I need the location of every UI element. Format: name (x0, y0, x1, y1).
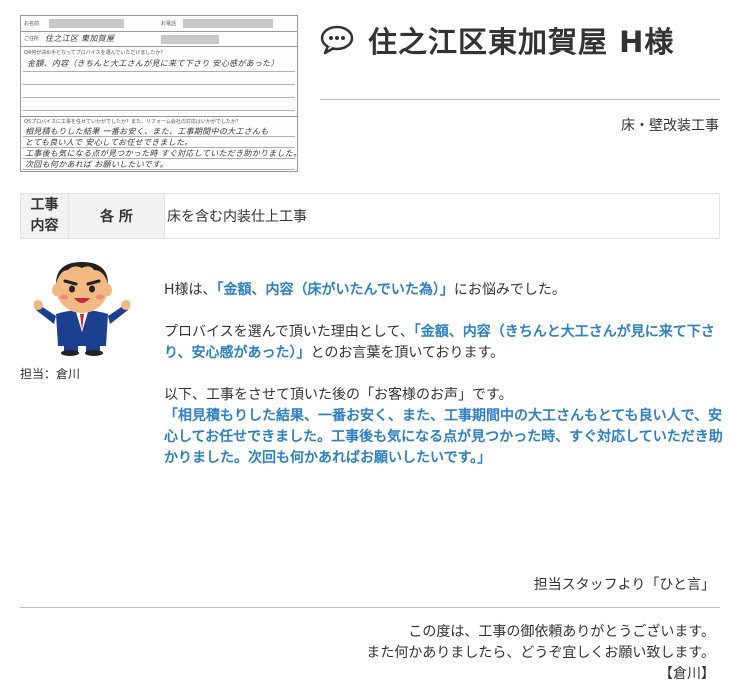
survey-address-label: ご住所 (24, 36, 40, 42)
customer-survey-image: お名前 お電話 ご住所 住之江区 東加賀屋 Q4何が決め手となってプロバイスを選… (20, 15, 298, 172)
message-text: 以下、工事をさせて頂いた後の「お客様のお声」です。 (164, 387, 513, 403)
survey-phone-label: お電話 (161, 21, 177, 27)
survey-rule (23, 97, 295, 98)
work-type-label: 床・壁改装工事 (621, 118, 719, 134)
message-text: H様は、 (164, 282, 217, 298)
survey-rule (23, 110, 295, 111)
survey-rule (23, 71, 295, 72)
construction-table-header: 工事 内容 (21, 194, 69, 238)
survey-q4-label: Q4何が決め手となってプロバイスを選んでいただけましたか？ (24, 50, 166, 56)
staff-comment-line: また何かありましたら、どうぞ宜しくお願い致します。 (366, 645, 715, 661)
survey-q4-answer: 金額、内容（きちんと大工さんが見に来て下さり 安心感があった） (27, 59, 279, 68)
construction-location: 各 所 (69, 194, 165, 238)
message-text: とのお言葉を頂いております。 (310, 345, 505, 361)
speech-bubble-icon (320, 25, 354, 55)
staff-comment-divider (20, 607, 720, 608)
construction-table: 工事 内容 各 所 床を含む内装仕上工事 (20, 193, 720, 239)
survey-name-label: お名前 (24, 21, 40, 27)
survey-phone-redaction (183, 19, 273, 28)
staff-mascot-avatar (34, 262, 130, 356)
message-paragraph-2: プロバイスを選んで頂いた理由として、「金額、内容（きちんと大工さんが見に来て下さ… (164, 322, 724, 364)
staff-comment-heading: 担当スタッフより「ひと言」 (533, 577, 715, 593)
staff-signature: 【倉川】 (659, 666, 715, 682)
customer-voice-highlight: 「相見積もりした結果、一番お安く、また、工事期間中の大工さんもとても良い人で、安… (164, 408, 723, 466)
survey-rule (23, 169, 295, 170)
staff-comment-line: この度は、工事の御依頼ありがとうございます。 (408, 624, 715, 640)
message-highlight: 「金額、内容（床がいたんでいた為）」 (216, 282, 454, 298)
survey-address-row: ご住所 住之江区 東加賀屋 (21, 31, 297, 47)
survey-rule (23, 136, 295, 137)
message-text: にお悩みでした。 (453, 282, 566, 298)
table-header-line: 内容 (30, 218, 59, 234)
survey-rule (23, 158, 295, 159)
survey-rule (23, 84, 295, 85)
construction-description: 床を含む内装仕上工事 (167, 209, 307, 225)
message-paragraph-1: H様は、「金額、内容（床がいたんでいた為）」にお悩みでした。 (164, 280, 724, 301)
staff-name-label: 担当：倉川 (20, 367, 81, 381)
survey-address-hand: 住之江区 東加賀屋 (45, 34, 115, 43)
survey-address-redaction (161, 35, 219, 44)
table-header-line: 工事 (30, 197, 59, 213)
survey-name-redaction (49, 19, 124, 28)
survey-q5-label: Q5プロバイスに工事を任せていかがでしたか？また、リフォーム会社の対応はいかがで… (24, 119, 241, 125)
survey-divider (21, 116, 297, 117)
title-divider (320, 99, 720, 100)
page-title: 住之江区東加賀屋 H様 (368, 25, 675, 59)
message-text: プロバイスを選んで頂いた理由として、 (164, 324, 414, 340)
title-bar: 住之江区東加賀屋 H様 (320, 18, 720, 62)
survey-name-row: お名前 お電話 (21, 16, 297, 32)
message-paragraph-3: 以下、工事をさせて頂いた後の「お客様のお声」です。「相見積もりした結果、一番お安… (164, 385, 724, 469)
survey-rule (23, 147, 295, 148)
